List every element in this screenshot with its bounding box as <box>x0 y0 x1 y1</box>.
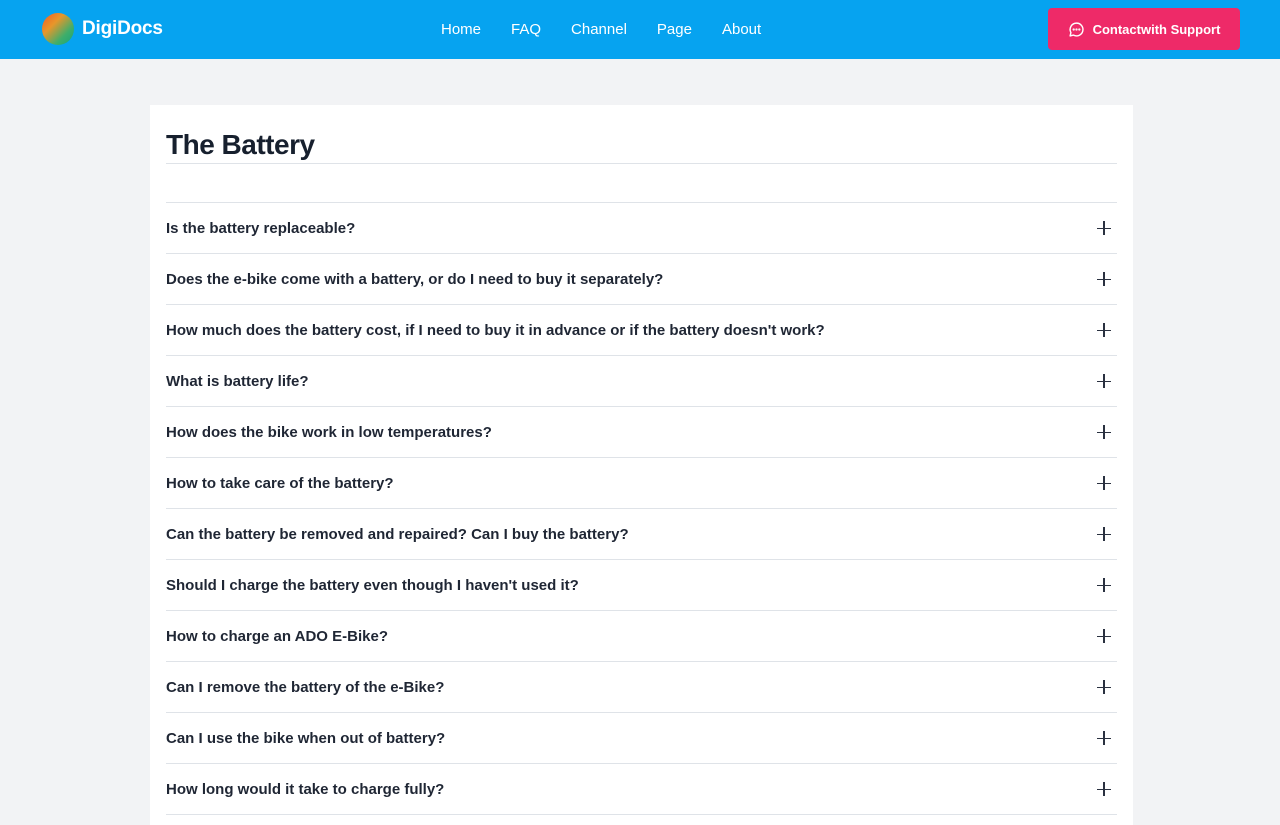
plus-icon[interactable] <box>1097 476 1111 490</box>
plus-icon[interactable] <box>1097 578 1111 592</box>
faq-question: How to take care of the battery? <box>166 474 394 492</box>
plus-icon[interactable] <box>1097 374 1111 388</box>
faq-item[interactable]: Can the battery be removed and repaired?… <box>166 509 1117 560</box>
title-divider <box>166 163 1117 164</box>
faq-question: How does the bike work in low temperatur… <box>166 423 492 441</box>
faq-item[interactable]: How does the bike work in low temperatur… <box>166 407 1117 458</box>
nav-item-page[interactable]: Page <box>657 21 692 38</box>
faq-question: Can I remove the battery of the e-Bike? <box>166 678 445 696</box>
faq-item[interactable]: Does the e-bike come with a battery, or … <box>166 254 1117 305</box>
faq-item[interactable]: How much does the battery cost, if I nee… <box>166 305 1117 356</box>
faq-item[interactable]: What is battery life? <box>166 356 1117 407</box>
contact-support-label: Contactwith Support <box>1092 21 1221 37</box>
faq-question: Can I use the bike when out of battery? <box>166 729 446 747</box>
plus-icon[interactable] <box>1097 782 1111 796</box>
faq-question: Is the battery replaceable? <box>166 219 356 237</box>
faq-question: Can the battery be removed and repaired?… <box>166 525 629 543</box>
faq-item[interactable]: Can I remove the battery of the e-Bike? <box>166 662 1117 713</box>
faq-question: What is battery life? <box>166 372 309 390</box>
faq-item[interactable]: How to take care of the battery? <box>166 458 1117 509</box>
plus-icon[interactable] <box>1097 425 1111 439</box>
nav-item-about[interactable]: About <box>722 21 761 38</box>
faq-question: How to charge an ADO E-Bike? <box>166 627 388 645</box>
plus-icon[interactable] <box>1097 323 1111 337</box>
plus-icon[interactable] <box>1097 629 1111 643</box>
contact-support-button[interactable]: Contactwith Support <box>1048 8 1240 50</box>
logo-icon <box>42 13 74 45</box>
main-nav: Home FAQ Channel Page About <box>426 0 776 59</box>
plus-icon[interactable] <box>1097 680 1111 694</box>
page-title: The Battery <box>166 129 315 160</box>
faq-item[interactable]: Can I use the bike when out of battery? <box>166 713 1117 764</box>
brand-name: DigiDocs <box>82 18 163 39</box>
faq-question: Should I charge the battery even though … <box>166 576 579 594</box>
chat-bubble-icon <box>1068 21 1084 37</box>
nav-item-channel[interactable]: Channel <box>571 21 627 38</box>
faq-question: How long would it take to charge fully? <box>166 780 445 798</box>
faq-card: The Battery Is the battery replaceable? … <box>150 105 1133 825</box>
plus-icon[interactable] <box>1097 272 1111 286</box>
faq-item[interactable]: Should I charge the battery even though … <box>166 560 1117 611</box>
nav-item-faq[interactable]: FAQ <box>511 21 541 38</box>
nav-item-home[interactable]: Home <box>441 21 481 38</box>
faq-question: How much does the battery cost, if I nee… <box>166 321 825 339</box>
plus-icon[interactable] <box>1097 731 1111 745</box>
faq-list: Is the battery replaceable? Does the e-b… <box>166 202 1117 815</box>
faq-item[interactable]: How long would it take to charge fully? <box>166 764 1117 815</box>
plus-icon[interactable] <box>1097 527 1111 541</box>
faq-item[interactable]: Is the battery replaceable? <box>166 203 1117 254</box>
faq-question: Does the e-bike come with a battery, or … <box>166 270 664 288</box>
top-navbar: DigiDocs Home FAQ Channel Page About Con… <box>0 0 1280 59</box>
brand[interactable]: DigiDocs <box>42 13 163 45</box>
faq-item[interactable]: How to charge an ADO E-Bike? <box>166 611 1117 662</box>
plus-icon[interactable] <box>1097 221 1111 235</box>
